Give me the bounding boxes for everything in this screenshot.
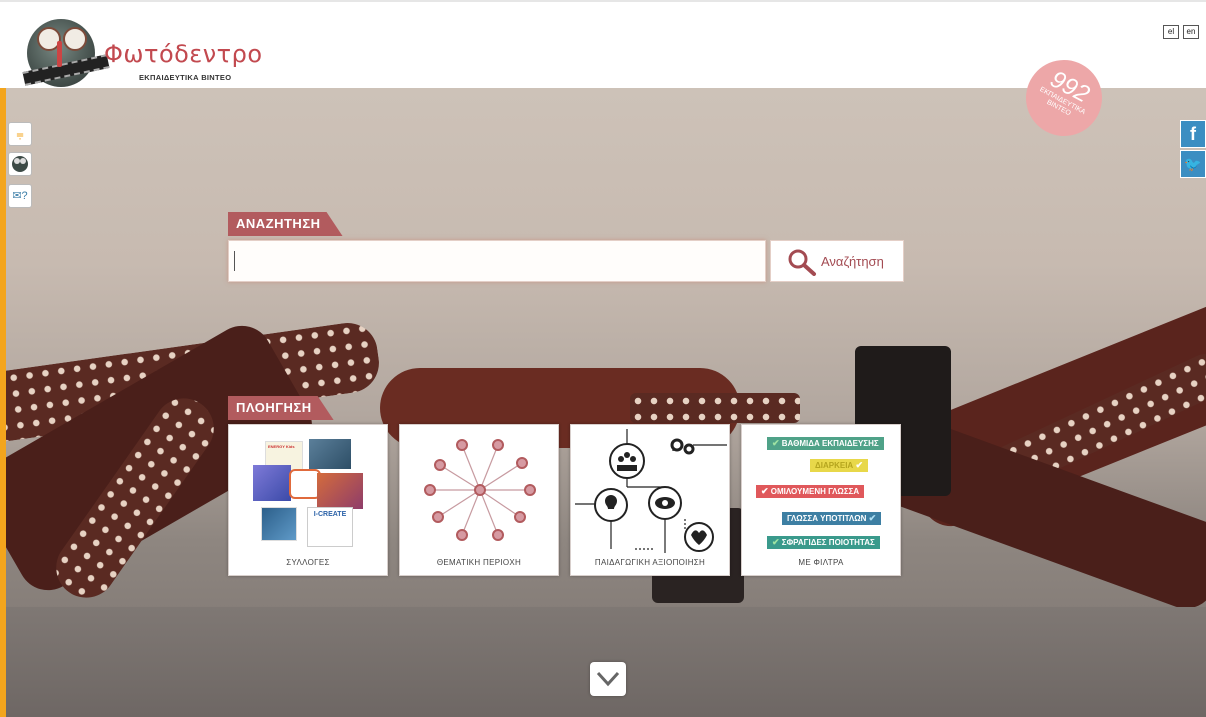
site-title[interactable]: Φωτόδεντρο: [104, 40, 263, 68]
card-filters-label: ΜΕ ΦΙΛΤΡΑ: [798, 558, 844, 567]
card-pedagogical-label: ΠΑΙΔΑΓΩΓΙΚΗ ΑΞΙΟΠΟΙΗΣΗ: [594, 558, 706, 567]
card-filters[interactable]: ✔ ΒΑΘΜΙΔΑ ΕΚΠΑΙΔΕΥΣΗΣ ΔΙΑΡΚΕΙΑ ✔ ✔ ΟΜΙΛΟ…: [741, 424, 901, 576]
filter-quality-seals: ✔ ΣΦΡΑΓΙΔΕΣ ΠΟΙΟΤΗΤΑΣ: [767, 536, 880, 549]
facebook-icon[interactable]: f: [1180, 120, 1206, 148]
left-accent-border: [0, 88, 6, 717]
filter-subtitle-language: ΓΛΩΣΣΑ ΥΠΟΤΙΤΛΩΝ ✔: [782, 512, 882, 525]
card-pedagogical[interactable]: ΠΑΙΔΑΓΩΓΙΚΗ ΑΞΙΟΠΟΙΗΣΗ: [570, 424, 730, 576]
card-collections[interactable]: ENERGY Kids I-CREATE ΣΥΛΛΟΓΕΣ: [228, 424, 388, 576]
tree-logo-icon[interactable]: [8, 152, 32, 176]
browse-tag: ΠΛΟΗΓΗΣΗ: [228, 396, 334, 420]
logo-icon[interactable]: [22, 19, 110, 87]
filter-duration: ΔΙΑΡΚΕΙΑ ✔: [810, 459, 868, 472]
text-caret: [234, 251, 235, 271]
thumb-icreate: I-CREATE: [307, 507, 353, 547]
scroll-down-button[interactable]: [590, 662, 626, 696]
lang-el-button[interactable]: el: [1163, 25, 1179, 39]
header: Φωτόδεντρο ΕΚΠΑΙΔΕΥΤΙΚΑ ΒΙΝΤΕΟ el en: [0, 0, 1206, 88]
site-subtitle: ΕΚΠΑΙΔΕΥΤΙΚΑ ΒΙΝΤΕΟ: [139, 73, 232, 82]
chevron-down-icon: [596, 671, 620, 687]
twitter-icon[interactable]: 🐦: [1180, 150, 1206, 178]
card-thematic-area-label: ΘΕΜΑΤΙΚΗ ΠΕΡΙΟΧΗ: [436, 558, 522, 567]
network-icon: [424, 439, 536, 541]
search-button[interactable]: Αναζήτηση: [770, 240, 904, 282]
filter-spoken-language: ✔ ΟΜΙΛΟΥΜΕΝΗ ΓΛΩΣΣΑ: [756, 485, 865, 498]
search-icon: [788, 249, 816, 276]
search-button-label: Αναζήτηση: [821, 254, 884, 269]
search-tag: ΑΝΑΖΗΤΗΣΗ: [228, 212, 343, 236]
card-thematic-area[interactable]: ΘΕΜΑΤΙΚΗ ΠΕΡΙΟΧΗ: [399, 424, 559, 576]
hero-background: [0, 88, 1206, 717]
card-collections-label: ΣΥΛΛΟΓΕΣ: [286, 558, 330, 567]
pedagogy-icon: [575, 429, 727, 553]
lang-en-button[interactable]: en: [1183, 25, 1199, 39]
filter-education-level: ✔ ΒΑΘΜΙΔΑ ΕΚΠΑΙΔΕΥΣΗΣ: [767, 437, 884, 450]
rss-icon[interactable]: ⩦: [8, 122, 32, 146]
search-input[interactable]: [228, 240, 766, 282]
mail-help-icon[interactable]: ✉?: [8, 184, 32, 208]
